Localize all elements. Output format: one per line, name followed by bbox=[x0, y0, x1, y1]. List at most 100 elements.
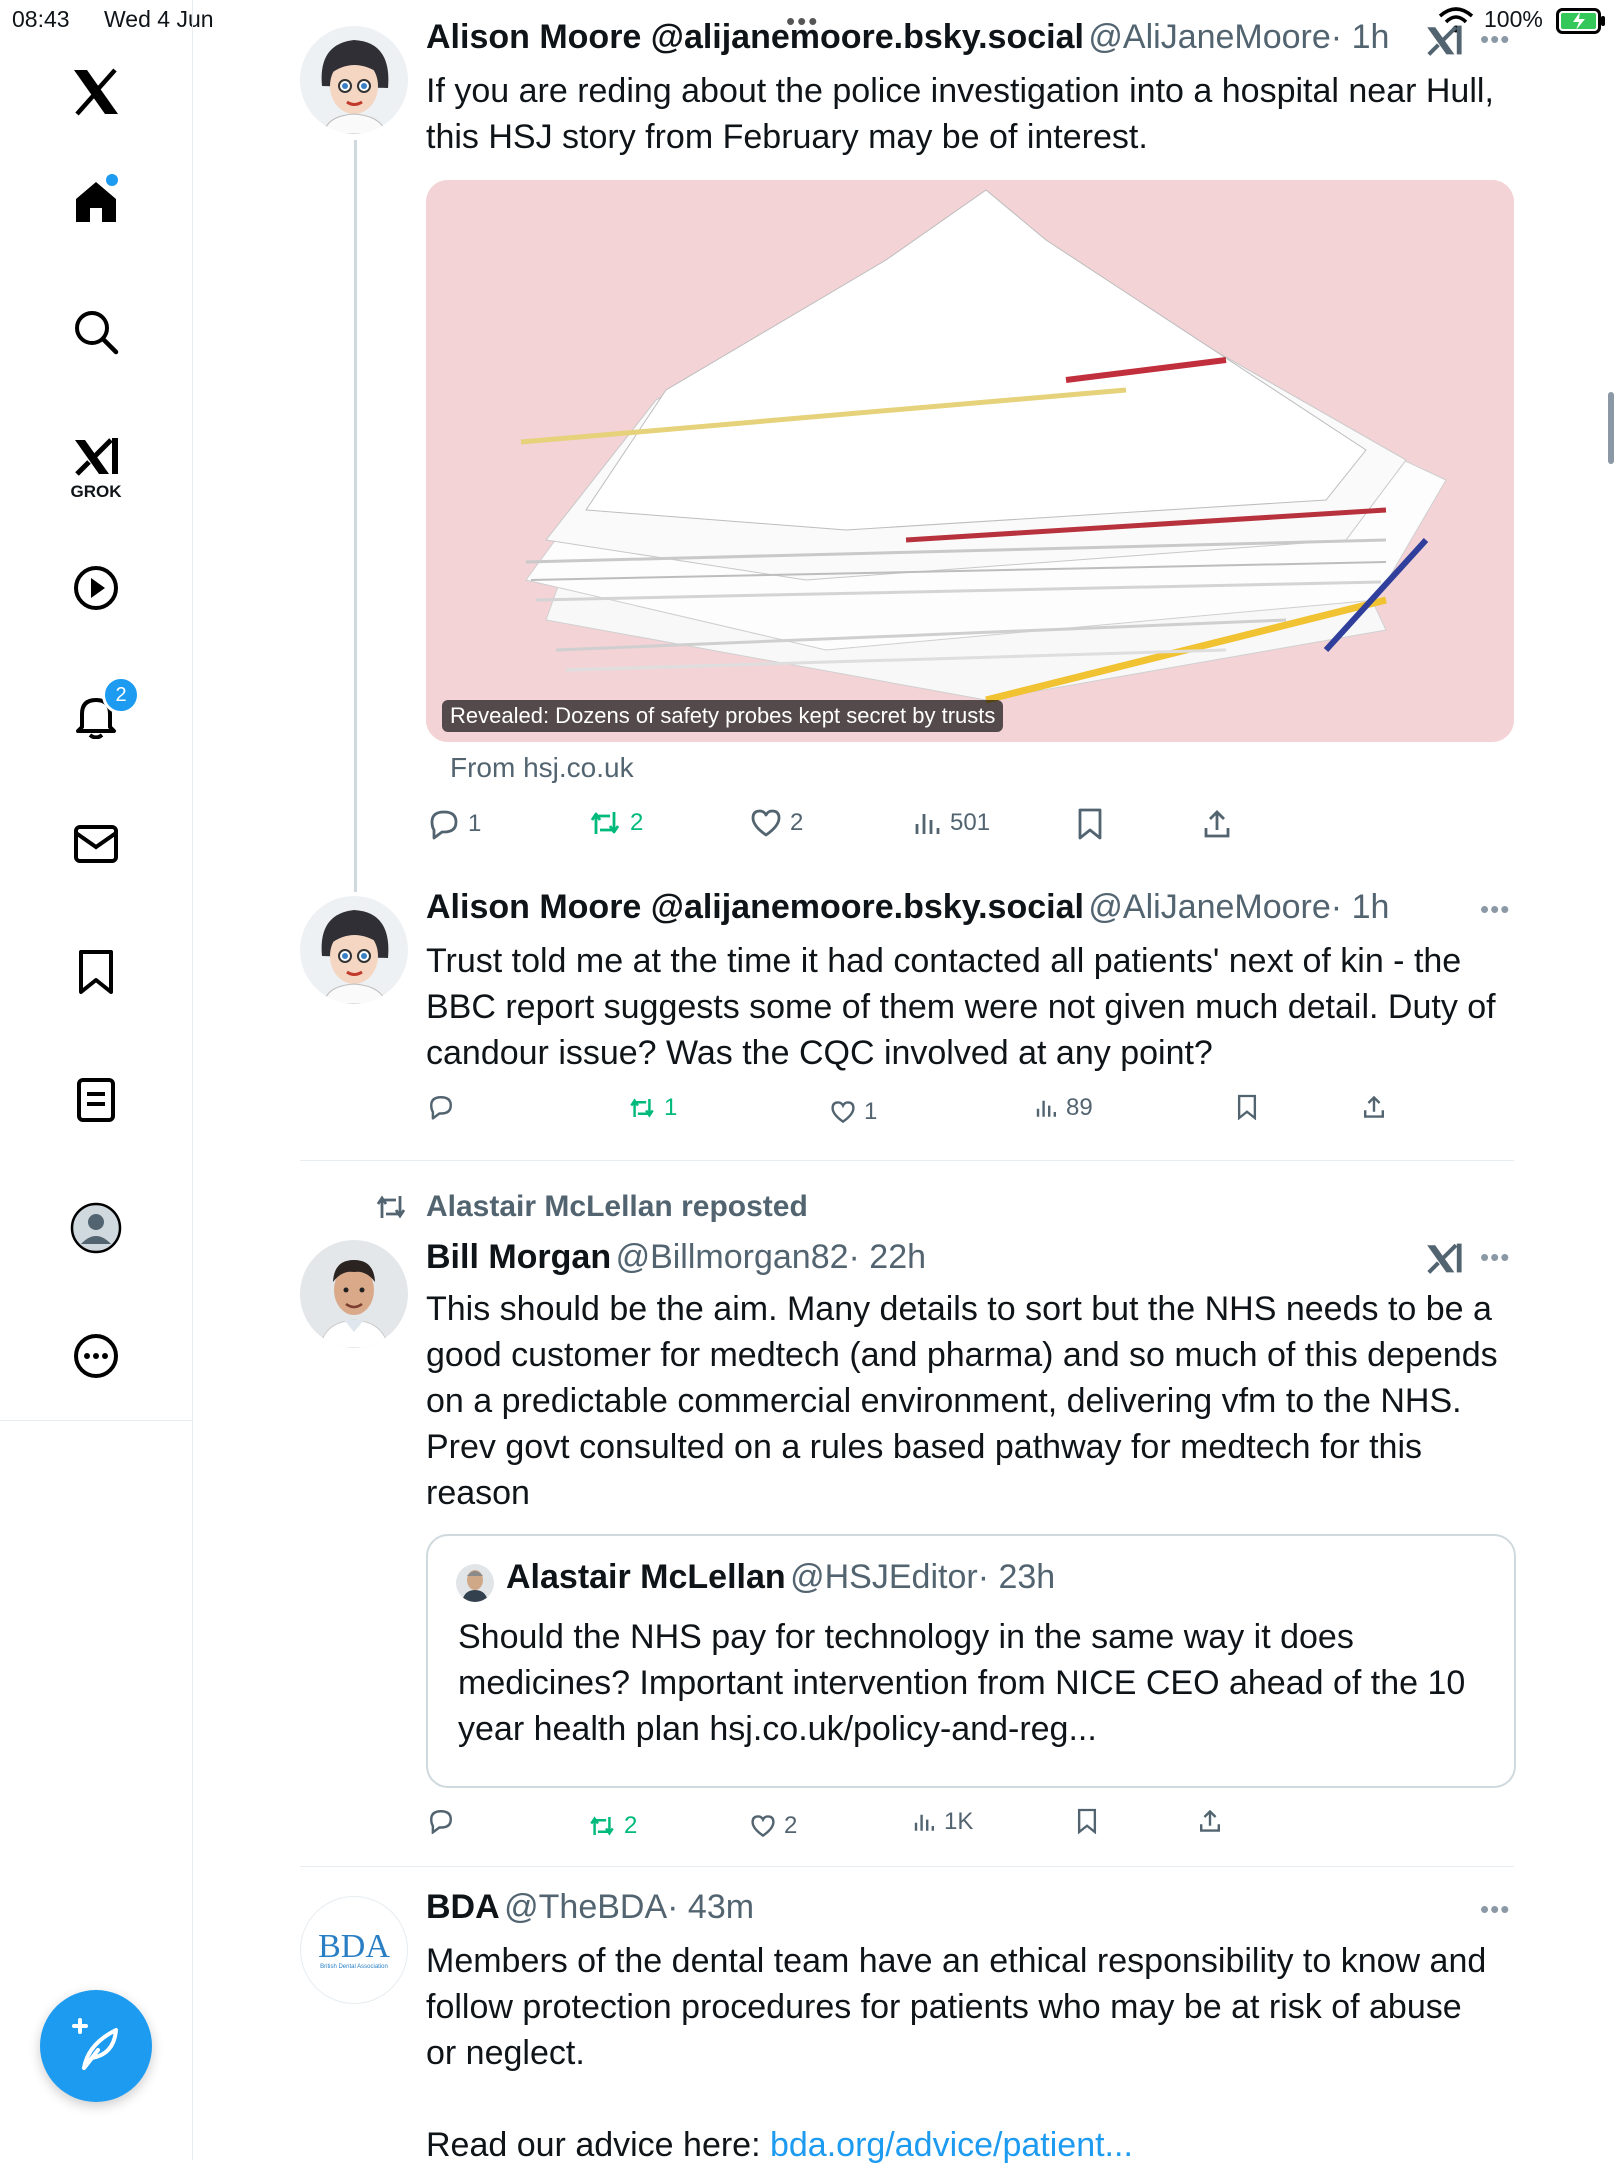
repost-count: 1 bbox=[664, 1094, 678, 1121]
bookmark-icon bbox=[1078, 808, 1102, 840]
share-icon bbox=[1204, 810, 1230, 838]
nav-notifications[interactable]: 2 bbox=[46, 676, 146, 756]
tweet-text: Members of the dental team have an ethic… bbox=[426, 1942, 1487, 2072]
quote-text: Should the NHS pay for technology in the… bbox=[458, 1618, 1466, 1748]
tweet-header: Alison Moore @alijanemoore.bsky.social @… bbox=[426, 888, 1389, 927]
tweet-author-handle[interactable]: @Billmorgan82 bbox=[616, 1238, 849, 1276]
tweet-link-prefix: Read our advice here: bbox=[426, 2126, 770, 2164]
repost-icon bbox=[630, 1098, 654, 1118]
repost-count: 2 bbox=[624, 1812, 638, 1839]
nav-more[interactable] bbox=[46, 1316, 146, 1396]
like-count: 2 bbox=[790, 809, 804, 836]
profile-icon bbox=[70, 1202, 122, 1254]
reply-count: 1 bbox=[468, 810, 482, 837]
repost-action[interactable]: 2 bbox=[588, 808, 643, 838]
link-card-caption: Revealed: Dozens of safety probes kept s… bbox=[442, 700, 1004, 732]
avatar-alastair-mclellan bbox=[456, 1564, 494, 1602]
reply-action[interactable] bbox=[428, 1094, 454, 1120]
more-options-icon[interactable]: ••• bbox=[1480, 894, 1510, 925]
reply-icon bbox=[430, 1096, 452, 1120]
nav-grok[interactable]: GROK bbox=[46, 418, 146, 518]
views-action[interactable]: 501 bbox=[912, 808, 990, 838]
scrollbar-thumb[interactable] bbox=[1608, 392, 1614, 464]
share-action[interactable] bbox=[1198, 1808, 1222, 1834]
grok-icon bbox=[75, 438, 118, 476]
link-card-source[interactable]: From hsj.co.uk bbox=[450, 752, 634, 784]
tweet-header: Bill Morgan @Billmorgan82· 22h bbox=[426, 1238, 926, 1277]
nav-profile[interactable] bbox=[46, 1188, 146, 1268]
tweet-text: If you are reding about the police inves… bbox=[426, 72, 1494, 156]
like-count: 1 bbox=[864, 1098, 878, 1125]
repost-action[interactable]: 2 bbox=[588, 1812, 637, 1840]
nav-bookmarks[interactable] bbox=[46, 932, 146, 1012]
nav-lists[interactable] bbox=[46, 1060, 146, 1140]
nav-video[interactable] bbox=[46, 548, 146, 628]
tweet-author-name[interactable]: Alison Moore @alijanemoore.bsky.social bbox=[426, 18, 1084, 56]
nav-search[interactable] bbox=[46, 292, 146, 372]
views-icon bbox=[914, 1814, 934, 1831]
avatar-alison-moore[interactable] bbox=[300, 896, 408, 1004]
tweet-time[interactable]: · 22h bbox=[849, 1238, 927, 1276]
repost-action[interactable]: 1 bbox=[628, 1094, 677, 1122]
tweet-author-name[interactable]: Alison Moore @alijanemoore.bsky.social bbox=[426, 888, 1084, 926]
bookmark-icon bbox=[1237, 1094, 1257, 1120]
tweet-link[interactable]: bda.org/advice/patient... bbox=[770, 2126, 1133, 2164]
nav-messages[interactable] bbox=[46, 804, 146, 884]
reply-icon bbox=[430, 1810, 452, 1834]
tweet-author-handle[interactable]: @TheBDA bbox=[504, 1888, 667, 1926]
battery-icon bbox=[1556, 8, 1606, 39]
quote-author-name: Alastair McLellan bbox=[506, 1558, 786, 1596]
x-logo-icon bbox=[74, 68, 118, 116]
reply-action[interactable] bbox=[428, 1808, 454, 1834]
tweet-divider bbox=[300, 1866, 1514, 1867]
tweet-time[interactable]: · 43m bbox=[667, 1888, 754, 1926]
more-options-icon[interactable]: ••• bbox=[1480, 24, 1510, 55]
bookmark-action[interactable] bbox=[1076, 808, 1104, 840]
heart-icon bbox=[831, 1101, 855, 1124]
repost-count: 2 bbox=[630, 809, 644, 836]
reply-icon bbox=[430, 810, 458, 840]
quote-header: Alastair McLellan @HSJEditor· 23h bbox=[506, 1558, 1055, 1597]
tweet-author-handle[interactable]: @AliJaneMoore bbox=[1088, 18, 1330, 56]
tweet-header: Alison Moore @alijanemoore.bsky.social @… bbox=[426, 18, 1389, 57]
share-action[interactable] bbox=[1202, 808, 1232, 840]
repost-label[interactable]: Alastair McLellan reposted bbox=[426, 1190, 808, 1224]
views-action[interactable]: 1K bbox=[912, 1808, 973, 1836]
avatar-bda[interactable]: BDA British Dental Association bbox=[300, 1896, 408, 2004]
compose-button[interactable] bbox=[40, 1990, 152, 2102]
grok-explain-icon[interactable] bbox=[1424, 22, 1464, 63]
bookmark-action[interactable] bbox=[1236, 1094, 1258, 1120]
share-action[interactable] bbox=[1362, 1094, 1386, 1120]
avatar-alison-moore[interactable] bbox=[300, 26, 408, 134]
like-action[interactable]: 1 bbox=[830, 1098, 877, 1126]
tweet-author-name[interactable]: BDA bbox=[426, 1888, 500, 1926]
bookmark-icon bbox=[79, 950, 113, 994]
tweet-author-handle[interactable]: @AliJaneMoore bbox=[1088, 888, 1330, 926]
quote-tweet-card[interactable]: Alastair McLellan @HSJEditor· 23h Should… bbox=[426, 1534, 1516, 1788]
like-action[interactable]: 2 bbox=[750, 1812, 797, 1840]
bookmark-icon bbox=[1077, 1808, 1097, 1834]
tweet-text: Trust told me at the time it had contact… bbox=[426, 942, 1496, 1072]
more-options-icon[interactable]: ••• bbox=[1480, 1894, 1510, 1925]
more-options-icon[interactable]: ••• bbox=[1480, 1242, 1510, 1273]
like-action[interactable]: 2 bbox=[750, 808, 803, 838]
share-icon bbox=[1364, 1095, 1384, 1118]
nav-home[interactable] bbox=[46, 162, 146, 242]
tweet-time[interactable]: · 1h bbox=[1331, 18, 1390, 56]
compose-feather-icon bbox=[72, 2018, 118, 2070]
views-action[interactable]: 89 bbox=[1034, 1094, 1093, 1122]
reply-action[interactable]: 1 bbox=[428, 808, 481, 840]
sidebar-divider bbox=[0, 1420, 192, 1421]
avatar-bill-morgan[interactable] bbox=[300, 1240, 408, 1348]
tweet-time[interactable]: · 1h bbox=[1331, 888, 1390, 926]
tweet-author-name[interactable]: Bill Morgan bbox=[426, 1238, 611, 1276]
bookmark-action[interactable] bbox=[1076, 1808, 1098, 1834]
notifications-badge: 2 bbox=[102, 676, 140, 714]
x-logo-button[interactable] bbox=[46, 52, 146, 132]
list-icon bbox=[77, 1078, 115, 1122]
views-count: 1K bbox=[944, 1808, 974, 1835]
link-card-image[interactable]: Revealed: Dozens of safety probes kept s… bbox=[426, 180, 1514, 742]
bda-logo-subtext: British Dental Association bbox=[320, 1964, 388, 1970]
repost-icon bbox=[590, 1816, 614, 1836]
grok-explain-icon[interactable] bbox=[1424, 1240, 1464, 1281]
